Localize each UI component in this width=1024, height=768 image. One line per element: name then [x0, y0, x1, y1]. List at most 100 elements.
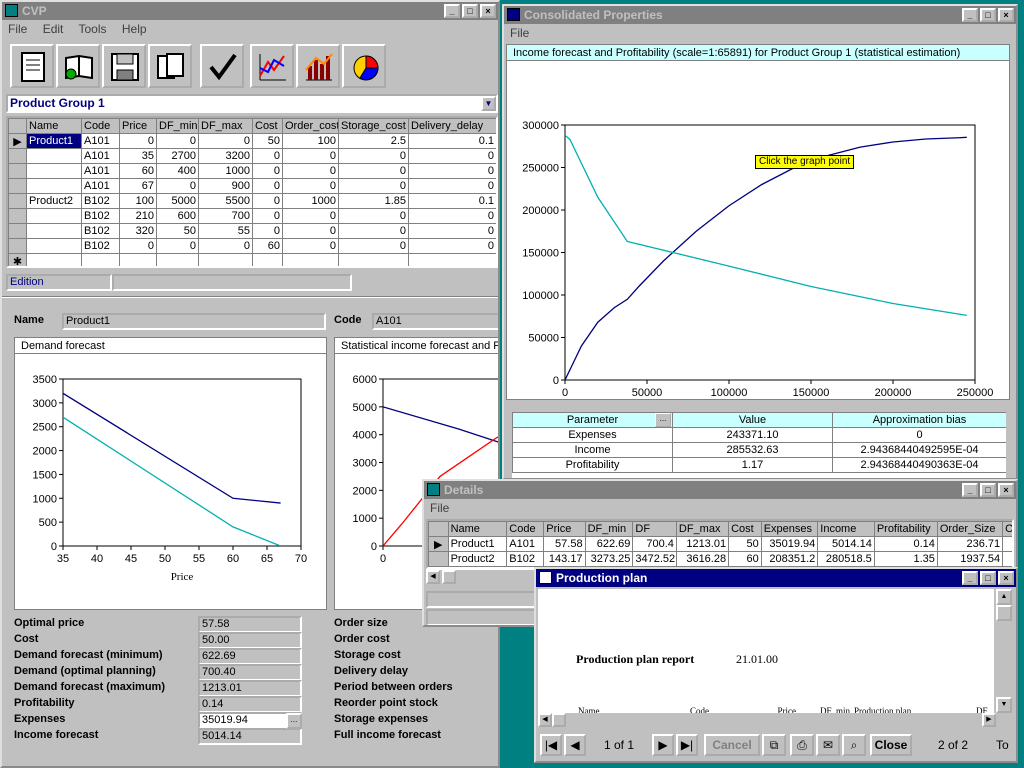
minimize-button[interactable]: _ — [962, 571, 978, 585]
table-cell[interactable]: 700 — [198, 208, 253, 224]
table-row[interactable]: A101 60 400 1000 0 0 0 0 — [8, 163, 496, 179]
table-cell[interactable]: 50 — [252, 133, 283, 149]
menu-help[interactable]: Help — [122, 22, 147, 36]
table-cell[interactable]: 0 — [338, 208, 409, 224]
table-cell[interactable]: 0 — [282, 223, 339, 239]
table-cell[interactable]: 0 — [338, 148, 409, 164]
first-page-button[interactable]: |◀ — [540, 734, 562, 756]
table-cell[interactable]: 0.1 — [408, 193, 496, 209]
bias-col-header[interactable]: Approximation bias — [832, 412, 1006, 428]
table-cell[interactable]: 0 — [119, 133, 157, 149]
maximize-button[interactable]: □ — [980, 571, 996, 585]
table-cell[interactable]: 0 — [282, 178, 339, 194]
table-cell[interactable]: Product1 — [26, 133, 82, 149]
table-cell[interactable]: 0.14 — [873, 536, 938, 552]
table-cell[interactable] — [26, 148, 82, 164]
scroll-right-icon[interactable]: ▶ — [982, 713, 996, 727]
next-page-button[interactable]: ▶ — [652, 734, 674, 756]
table-cell[interactable]: 50 — [728, 536, 762, 552]
table-cell[interactable]: 0 — [252, 178, 283, 194]
row-selector[interactable] — [8, 163, 27, 179]
maximize-button[interactable]: □ — [462, 4, 478, 18]
table-cell[interactable]: 0 — [252, 223, 283, 239]
name-field[interactable]: Product1 — [62, 313, 326, 330]
col-header[interactable]: Profitability — [873, 521, 938, 537]
table-cell[interactable]: 57.58 — [543, 536, 586, 552]
param-cell[interactable]: Profitability — [512, 457, 673, 473]
table-row[interactable]: Product2 B102 143.17 3273.25 3472.52 3616.28 6… — [428, 551, 1012, 567]
cvp-title-bar[interactable]: CVP _ □ × — [2, 2, 498, 20]
table-cell[interactable]: Product2 — [26, 193, 82, 209]
report-hscrollbar[interactable]: ◀ ▶ — [538, 713, 996, 727]
table-row[interactable]: B102 320 50 55 0 0 0 0 — [8, 223, 496, 239]
chevron-down-icon[interactable]: ▼ — [481, 96, 496, 111]
table-cell[interactable]: 100 — [282, 133, 339, 149]
check-button[interactable] — [200, 44, 244, 88]
row-pointer-icon[interactable]: ▶ — [8, 133, 27, 149]
table-cell[interactable]: 1000 — [198, 163, 253, 179]
scroll-left-icon[interactable]: ◀ — [426, 570, 440, 584]
param-cell[interactable]: 285532.63 — [672, 442, 833, 458]
param-row[interactable]: Profitability 1.17 2.94368440490363E-04 — [512, 457, 1006, 473]
print-button[interactable]: ⎙ — [790, 734, 814, 756]
table-cell[interactable] — [26, 163, 82, 179]
close-button[interactable]: × — [998, 8, 1014, 22]
table-cell[interactable]: 50 — [156, 223, 199, 239]
row-pointer-icon[interactable]: ▶ — [428, 536, 449, 552]
table-cell[interactable]: A101 — [81, 163, 120, 179]
scroll-up-icon[interactable]: ▲ — [996, 589, 1012, 605]
row-selector[interactable] — [8, 178, 27, 194]
param-cell[interactable]: Income — [512, 442, 673, 458]
copy-button[interactable] — [148, 44, 192, 88]
table-cell[interactable] — [26, 223, 82, 239]
table-cell[interactable]: 0 — [252, 193, 283, 209]
menu-tools[interactable]: Tools — [79, 22, 107, 36]
table-cell[interactable]: A101 — [506, 536, 545, 552]
income-profitability-chart[interactable]: 0 50000 100000 150000 200000 250000 300000 0 500… — [507, 62, 1009, 400]
table-cell[interactable]: 0 — [156, 133, 199, 149]
table-cell[interactable]: 0 — [252, 208, 283, 224]
line-chart-button[interactable] — [250, 44, 294, 88]
expenses-ellipsis-button[interactable]: ... — [286, 713, 302, 729]
table-cell[interactable]: 60 — [119, 163, 157, 179]
table-row[interactable]: Product2 B102 100 5000 5500 0 1000 1.85 0.1 — [8, 193, 496, 209]
col-header[interactable]: Code — [81, 118, 120, 134]
row-selector[interactable] — [428, 551, 449, 567]
param-cell[interactable]: 2.94368440492595E-04 — [832, 442, 1006, 458]
maximize-button[interactable]: □ — [980, 483, 996, 497]
table-cell[interactable] — [81, 253, 120, 266]
open-book-button[interactable] — [56, 44, 100, 88]
table-row[interactable]: A101 35 2700 3200 0 0 0 0 — [8, 148, 496, 164]
new-document-button[interactable] — [10, 44, 54, 88]
value-col-header[interactable]: Value — [672, 412, 833, 428]
table-cell[interactable]: 0.1 — [408, 133, 496, 149]
param-cell[interactable]: 243371.10 — [672, 427, 833, 443]
table-cell[interactable]: 60 — [252, 238, 283, 254]
table-cell[interactable]: 210 — [119, 208, 157, 224]
table-cell[interactable]: 0 — [338, 238, 409, 254]
table-cell[interactable] — [1002, 551, 1012, 567]
row-selector[interactable] — [8, 148, 27, 164]
table-cell[interactable]: A101 — [81, 178, 120, 194]
minimize-button[interactable]: _ — [444, 4, 460, 18]
param-row[interactable]: Income 285532.63 2.94368440492595E-04 — [512, 442, 1006, 458]
table-cell[interactable]: 0 — [338, 163, 409, 179]
table-cell[interactable]: 400 — [156, 163, 199, 179]
maximize-button[interactable]: □ — [980, 8, 996, 22]
export-button[interactable]: ⧉ — [762, 734, 786, 756]
scroll-thumb[interactable] — [442, 570, 456, 584]
table-cell[interactable]: 0 — [119, 238, 157, 254]
col-header[interactable]: Name — [447, 521, 508, 537]
minimize-button[interactable]: _ — [962, 483, 978, 497]
table-cell[interactable]: 67 — [119, 178, 157, 194]
param-ellipsis-button[interactable]: ... — [655, 413, 671, 427]
table-cell[interactable]: 60 — [728, 551, 762, 567]
menu-file[interactable]: File — [8, 22, 27, 36]
table-cell[interactable]: 0 — [156, 238, 199, 254]
table-cell[interactable]: Product1 — [447, 536, 508, 552]
zoom-button[interactable]: ⌕ — [842, 734, 866, 756]
table-cell[interactable]: 0 — [338, 178, 409, 194]
table-cell[interactable]: 1.85 — [338, 193, 409, 209]
table-cell[interactable]: 3273.25 — [584, 551, 634, 567]
table-cell[interactable]: 208351.2 — [760, 551, 819, 567]
